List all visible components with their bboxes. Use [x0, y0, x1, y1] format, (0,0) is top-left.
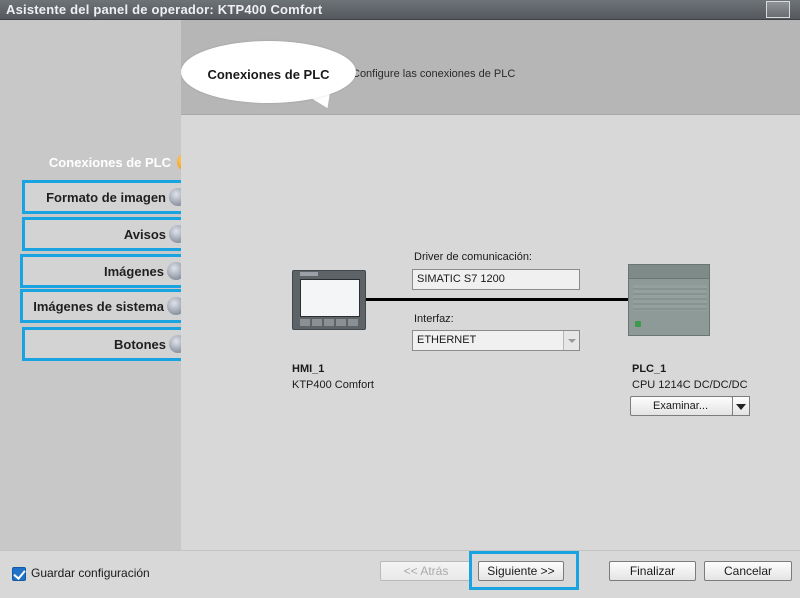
hmi-name: HMI_1 — [292, 363, 325, 375]
step-label: Formato de imagen — [46, 189, 166, 205]
driver-value: SIMATIC S7 1200 — [417, 273, 505, 285]
speech-bubble: Conexiones de PLC — [181, 41, 356, 103]
header-subtitle: Configure las conexiones de PLC — [352, 68, 516, 80]
step-conexiones-de-plc[interactable]: Conexiones de PLC — [0, 145, 195, 179]
browse-dropdown-icon[interactable] — [732, 396, 750, 416]
wizard-body: Configure las conexiones de PLC Conexion… — [0, 20, 800, 550]
browse-button[interactable]: Examinar... — [630, 396, 733, 416]
connection-line — [366, 298, 628, 301]
cancel-button[interactable]: Cancelar — [704, 561, 792, 581]
step-label: Imágenes — [104, 263, 164, 279]
back-label: << Atrás — [403, 564, 449, 578]
finish-label: Finalizar — [629, 564, 676, 578]
plc-type: CPU 1214C DC/DC/DC — [632, 379, 748, 391]
cancel-label: Cancelar — [723, 564, 773, 578]
save-config-checkbox[interactable] — [12, 567, 26, 581]
bubble-title: Conexiones de PLC — [207, 67, 330, 82]
browse-label: Examinar... — [653, 400, 709, 412]
next-label: Siguiente >> — [487, 564, 555, 578]
driver-label: Driver de comunicación: — [414, 251, 532, 263]
interface-value: ETHERNET — [417, 334, 477, 346]
window-title: Asistente del panel de operador: KTP400 … — [6, 2, 323, 17]
hmi-device-icon — [292, 270, 366, 330]
step-label: Botones — [114, 336, 166, 352]
wizard-footer: Guardar configuración << Atrás Siguiente… — [0, 550, 800, 598]
interface-select[interactable]: ETHERNET — [412, 330, 580, 351]
step-label: Imágenes de sistema — [33, 298, 164, 314]
plc-device-icon — [628, 264, 710, 336]
chevron-down-icon[interactable] — [563, 331, 579, 350]
back-button[interactable]: << Atrás — [380, 561, 472, 581]
interface-label: Interfaz: — [414, 313, 454, 325]
connection-panel: Driver de comunicación: SIMATIC S7 1200 … — [181, 116, 800, 550]
plc-name: PLC_1 — [632, 363, 667, 375]
save-config-label: Guardar configuración — [31, 566, 150, 580]
finish-button[interactable]: Finalizar — [609, 561, 696, 581]
step-label: Avisos — [123, 226, 166, 242]
hmi-type: KTP400 Comfort — [292, 379, 374, 391]
driver-field[interactable]: SIMATIC S7 1200 — [412, 269, 580, 290]
next-button[interactable]: Siguiente >> — [478, 561, 564, 581]
title-bar: Asistente del panel de operador: KTP400 … — [0, 0, 800, 20]
step-label: Conexiones de PLC — [48, 154, 171, 170]
window-close-button[interactable] — [766, 1, 790, 18]
